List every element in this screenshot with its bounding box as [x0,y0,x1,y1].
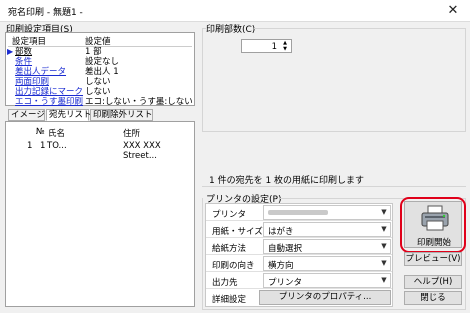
feed-method-select[interactable]: 自動選択 ▼ [263,239,391,254]
chevron-down-icon: ▼ [381,259,387,267]
printer-row: プリンタ ▼ [206,204,392,221]
list-item-address: XXX XXX Street... [123,141,161,161]
paper-size-select[interactable]: はがき ▼ [263,222,391,237]
chevron-down-icon: ▼ [381,208,387,216]
printer-properties-button[interactable]: プリンタのプロパティ... [259,290,391,305]
chevron-down-icon: ▼ [381,276,387,284]
settings-row[interactable]: 両面印刷 しない [6,77,194,87]
settings-item-label[interactable]: 出力記録にマーク [15,87,83,97]
list-header-address: 住所 [123,129,141,139]
printer-grid: プリンタ ▼ 用紙・サイズ はがき ▼ 給紙方法 自動選択 ▼ 印刷の向き 横方… [205,203,393,307]
window-title: 宛名印刷 - 無題1 - [8,8,83,18]
orientation-label: 印刷の向き [212,261,255,271]
printer-name-blurred [268,208,328,218]
chevron-down-icon: ▼ [381,242,387,250]
paper-size-value: はがき [268,227,294,237]
chevron-down-icon: ▼ [381,225,387,233]
output-value: プリンタ [268,278,303,288]
preview-button[interactable]: プレビュー(V) [404,252,462,266]
help-button[interactable]: ヘルプ(H) [404,275,462,289]
tab-address-list[interactable]: 宛先リスト [46,109,92,121]
settings-row[interactable]: 出力記録にマーク しない [6,87,194,97]
printer-select[interactable]: ▼ [263,205,391,220]
list-item-index: 1 [27,141,33,151]
copies-value: 1 [271,42,277,52]
feed-method-value: 自動選択 [268,244,303,254]
settings-rows: ▶ 部数 1 部条件 設定なし 差出人データ 差出人 1 両面印刷 しない 出力記録にマーク しな… [6,47,194,107]
copies-spinner[interactable]: 1 ▲ ▼ [241,39,292,53]
settings-item-value: エコ:しない・うす墨:しない [85,97,193,107]
orientation-value: 横方向 [268,261,294,271]
output-row: 出力先 プリンタ ▼ [206,272,392,289]
selected-row-arrow-icon: ▶ [7,47,14,56]
print-start-button[interactable]: 印刷開始 [404,201,462,248]
print-start-label: 印刷開始 [416,238,451,248]
settings-item-label[interactable]: 差出人データ [15,67,66,77]
orientation-row: 印刷の向き 横方向 ▼ [206,255,392,272]
list-item-no: 1 [40,141,46,151]
tab-image[interactable]: イメージ [8,109,45,121]
spin-down-icon[interactable]: ▼ [280,46,290,52]
divider [202,28,206,29]
settings-row[interactable]: 条件 設定なし [6,57,194,67]
divider [202,186,466,187]
settings-item-value: 設定なし [85,57,120,67]
settings-row[interactable]: エコ・うす墨印刷 エコ:しない・うす墨:しない [6,97,194,107]
feed-method-row: 給紙方法 自動選択 ▼ [206,238,392,255]
divider [254,28,466,29]
settings-item-value: しない [85,77,111,87]
settings-item-value: 1 部 [85,47,102,57]
output-select[interactable]: プリンタ ▼ [263,273,391,288]
list-header-name: 氏名 [48,129,66,139]
settings-item-label[interactable]: 条件 [15,57,32,67]
tab-exclude-list[interactable]: 印刷除外リスト [90,109,153,121]
info-text: 1 件の宛先を 1 枚の用紙に印刷します [209,176,365,186]
settings-item-value: 差出人 1 [85,67,119,77]
settings-item-label[interactable]: 両面印刷 [15,77,49,87]
list-item[interactable]: 1 1 TO... XXX XXX Street... [6,141,194,161]
settings-item-value: しない [85,87,111,97]
settings-item-label: 部数 [15,47,33,57]
feed-method-label: 給紙方法 [212,244,247,254]
settings-row[interactable]: ▶ 部数 1 部 [6,47,194,57]
list-item-name: TO... [47,141,67,151]
close-window-icon[interactable]: ✕ [436,0,470,22]
paper-size-label: 用紙・サイズ [212,227,263,237]
settings-item-label[interactable]: エコ・うす墨印刷 [15,97,83,107]
address-list[interactable]: № 氏名 住所 1 1 TO... XXX XXX Street... [5,121,195,307]
printer-icon [421,205,449,231]
close-button[interactable]: 閉じる [404,291,462,305]
settings-table[interactable]: 設定項目 設定値 ▶ 部数 1 部条件 設定なし 差出人データ 差出人 1 両面印刷 しない出… [5,32,195,107]
detail-label: 詳細設定 [212,295,247,305]
orientation-select[interactable]: 横方向 ▼ [263,256,391,271]
title-bar: 宛名印刷 - 無題1 - ✕ [0,0,470,22]
printer-label: プリンタ [212,210,247,220]
detail-row: 詳細設定 プリンタのプロパティ... [206,289,392,306]
paper-size-row: 用紙・サイズ はがき ▼ [206,221,392,238]
output-label: 出力先 [212,278,238,288]
list-header-no: № [36,127,45,137]
settings-row[interactable]: 差出人データ 差出人 1 [6,67,194,77]
